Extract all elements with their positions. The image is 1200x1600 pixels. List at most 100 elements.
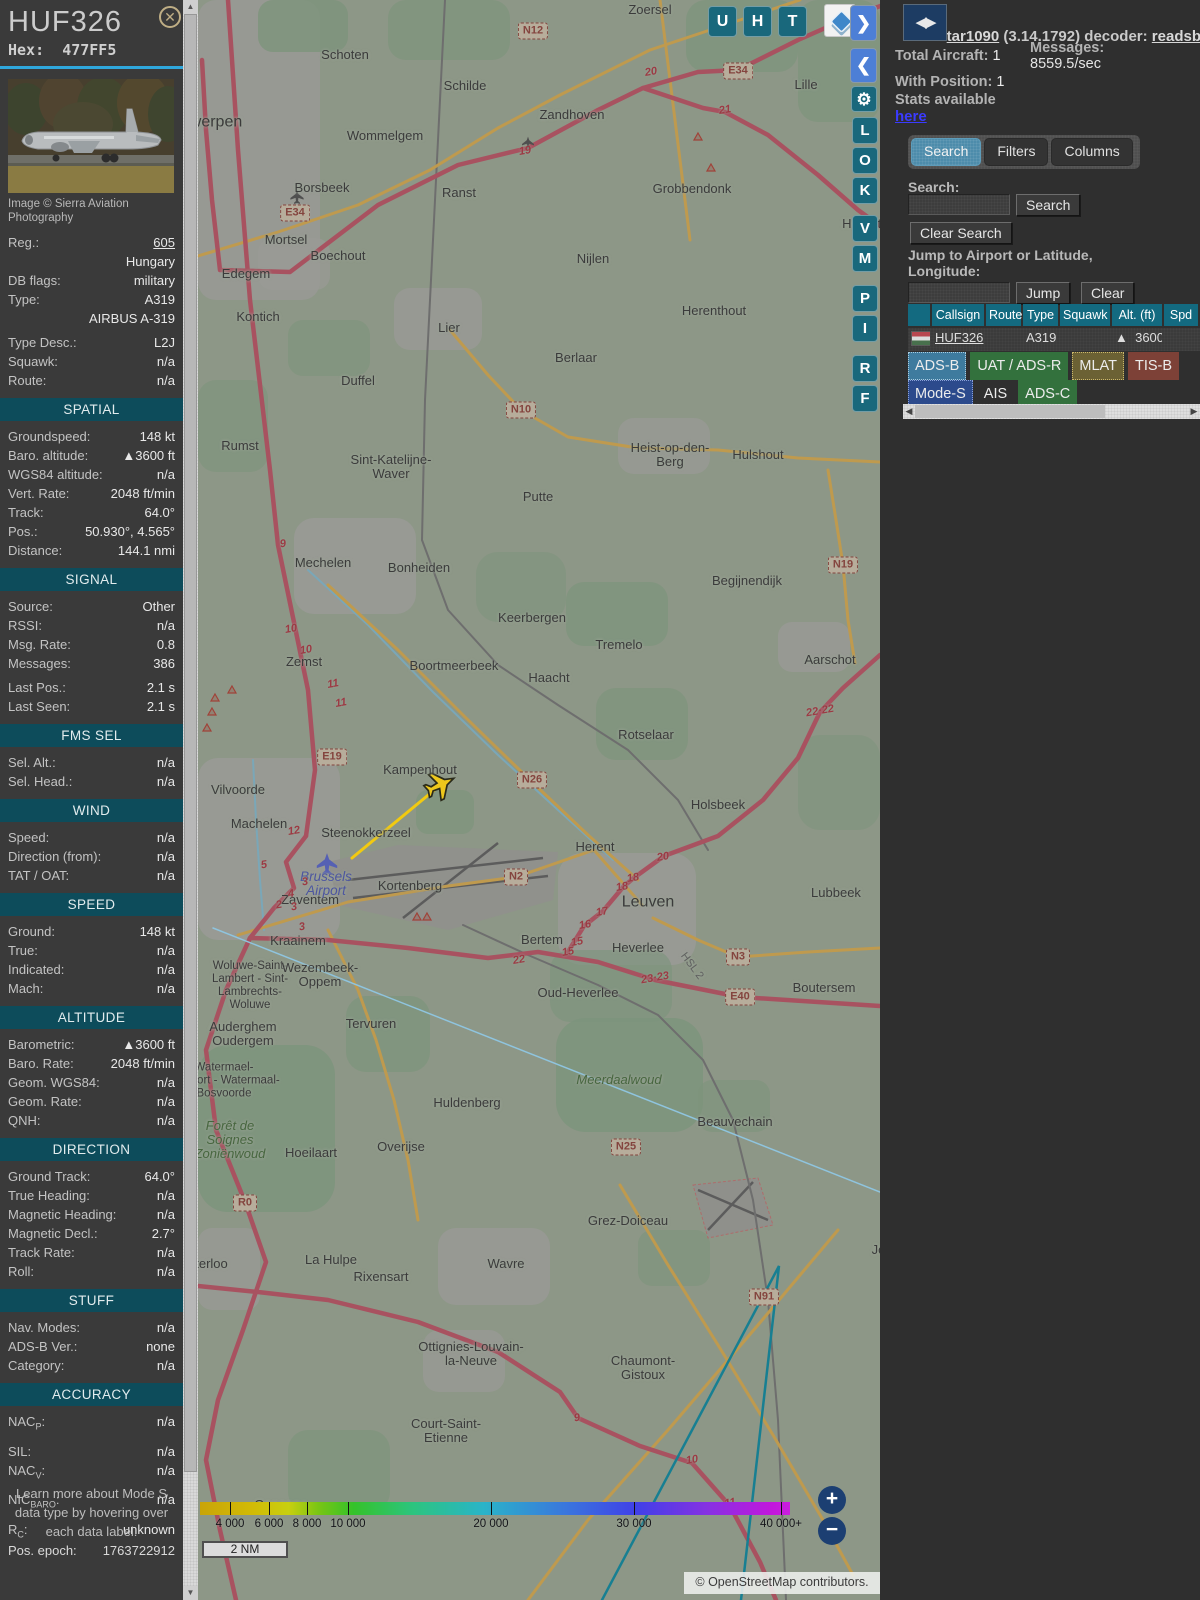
table-row[interactable]: HUF326 A319 ▲ 3600 [908, 328, 1200, 351]
table-horizontal-scrollbar[interactable]: ◀ ▶ [903, 404, 1200, 419]
scroll-up-icon[interactable]: ▲ [183, 0, 198, 14]
scroll-left-icon[interactable]: ◀ [903, 404, 915, 419]
scrollbar-thumb[interactable] [184, 14, 197, 1472]
altitude-tick-label: 40 000+ [760, 1518, 802, 1530]
data-row-value: 64.0° [144, 1169, 175, 1184]
legend-tis-b[interactable]: TIS-B [1128, 352, 1180, 380]
data-row-value: 64.0° [144, 505, 175, 520]
data-row-value: 2048 ft/min [110, 1056, 175, 1071]
chevron-left-icon: ❮ [855, 55, 872, 75]
tar1090-link[interactable]: tar1090 [947, 28, 1000, 45]
column-header[interactable]: Callsign [932, 304, 984, 326]
data-row-label: WGS84 altitude: [8, 467, 103, 482]
road-shield: R0 [232, 1194, 258, 1212]
stats-here-link[interactable]: here [895, 108, 927, 125]
data-row: Type: A319 [8, 290, 175, 309]
exit-number: 16 [577, 918, 593, 932]
column-header[interactable]: Alt. (ft) [1112, 304, 1162, 326]
exit-number: 10 [283, 622, 299, 636]
data-row-label: Indicated: [8, 962, 65, 977]
zoom-out-button[interactable]: − [818, 1517, 846, 1545]
data-row: Direction (from): n/a [8, 847, 175, 866]
decoder-link[interactable]: readsb [1152, 28, 1200, 45]
jump-clear-button[interactable]: Clear [1081, 282, 1135, 304]
data-row-value: n/a [156, 1075, 175, 1090]
exit-number: 15 [560, 945, 576, 959]
column-header[interactable]: Squawk [1060, 304, 1110, 326]
map-scale: 2 NM [202, 1541, 288, 1558]
search-input[interactable] [908, 194, 1010, 215]
map-button-m[interactable]: M [852, 245, 878, 272]
data-row: True Heading: n/a [8, 1186, 175, 1205]
altitude-tick [491, 1502, 492, 1515]
legend-mlat[interactable]: MLAT [1072, 352, 1124, 380]
map-button-f[interactable]: F [852, 385, 878, 412]
exit-number: 21 [717, 103, 733, 117]
data-row-value[interactable]: 605 [153, 233, 175, 252]
map-button-v[interactable]: V [852, 215, 878, 242]
aircraft-photo[interactable] [8, 79, 174, 193]
data-row: SIL: n/a [8, 1442, 175, 1461]
column-header[interactable]: Type [1023, 304, 1058, 326]
data-row: Route: n/a [8, 371, 175, 390]
column-header[interactable] [908, 304, 930, 326]
image-credit: Image © Sierra Aviation Photography [8, 198, 129, 224]
data-row: Pos.: 50.930°, 4.565° [8, 522, 175, 541]
data-row-value: 144.1 nmi [117, 543, 175, 558]
data-row: Roll: n/a [8, 1262, 175, 1281]
aircraft-callsign-title: HUF326 [8, 6, 122, 38]
legend-row: ADS-B UAT / ADS-R MLAT TIS-B [908, 352, 1200, 380]
legend-ads-b[interactable]: ADS-B [908, 352, 967, 380]
jump-input[interactable] [908, 282, 1010, 303]
zoom-in-button[interactable]: + [818, 1486, 846, 1514]
osm-link[interactable]: OpenStreetMap [708, 1575, 796, 1589]
jump-button[interactable]: Jump [1016, 282, 1071, 304]
data-row: Geom. WGS84: n/a [8, 1073, 175, 1092]
settings-button[interactable]: ⚙ [851, 86, 877, 112]
tab-filters[interactable]: Filters [984, 138, 1049, 166]
map-button-u[interactable]: U [708, 6, 737, 37]
sidebar-scrollbar[interactable]: ▲ ▼ [183, 0, 198, 1600]
search-button[interactable]: Search [1016, 194, 1081, 216]
road-shield: N91 [748, 1288, 780, 1306]
legend-uat-ads-r[interactable]: UAT / ADS-R [970, 352, 1069, 380]
data-row: Squawk: n/a [8, 352, 175, 371]
map-button-h[interactable]: H [743, 6, 772, 37]
road-shield: E34 [280, 204, 310, 222]
app-brand: tar1090 (3.14.1792) decoder: readsb [930, 11, 1200, 62]
tab-columns[interactable]: Columns [1051, 138, 1133, 166]
data-row-value: AIRBUS A-319 [89, 311, 175, 326]
close-icon[interactable]: ✕ [159, 6, 181, 28]
panel-expand-button[interactable]: ❯ [850, 5, 877, 41]
aircraft-hex: Hex: 477FF5 [8, 41, 175, 59]
map-button-o[interactable]: O [852, 147, 878, 174]
cell-callsign[interactable]: HUF326 [932, 328, 984, 351]
panel-collapse-button[interactable]: ❮ [850, 48, 877, 83]
column-header[interactable]: Route [986, 304, 1022, 326]
exit-number: 10 [298, 643, 314, 657]
cell-flag [908, 328, 930, 351]
map-canvas [198, 0, 880, 1600]
pos-epoch-row: Pos. epoch: 1763722912 [8, 1543, 175, 1558]
map-button-k[interactable]: K [852, 177, 878, 204]
panel-width-toggle[interactable]: ◀▶ [903, 4, 947, 41]
altitude-tick [230, 1502, 231, 1515]
map-button-l[interactable]: L [852, 117, 878, 144]
altitude-tick [781, 1502, 782, 1515]
scroll-down-icon[interactable]: ▼ [183, 1586, 198, 1600]
map-button-i[interactable]: I [852, 315, 878, 342]
with-position-label: With Position: [895, 74, 997, 90]
map[interactable]: AntwerpenZoerselSchotenSchildeLilleZandh… [198, 0, 880, 1600]
column-header[interactable]: Spd [1164, 304, 1198, 326]
map-button-p[interactable]: P [852, 285, 878, 312]
tab-search[interactable]: Search [911, 138, 982, 166]
data-row: Last Seen: 2.1 s [8, 697, 175, 716]
map-button-r[interactable]: R [852, 355, 878, 382]
altitude-tick [269, 1502, 270, 1515]
map-button-t[interactable]: T [778, 6, 807, 37]
data-row-label: Sel. Alt.: [8, 755, 56, 770]
clear-search-button[interactable]: Clear Search [910, 222, 1012, 244]
data-row: WGS84 altitude: n/a [8, 465, 175, 484]
scroll-right-icon[interactable]: ▶ [1188, 404, 1200, 419]
hscroll-thumb[interactable] [915, 405, 1105, 418]
